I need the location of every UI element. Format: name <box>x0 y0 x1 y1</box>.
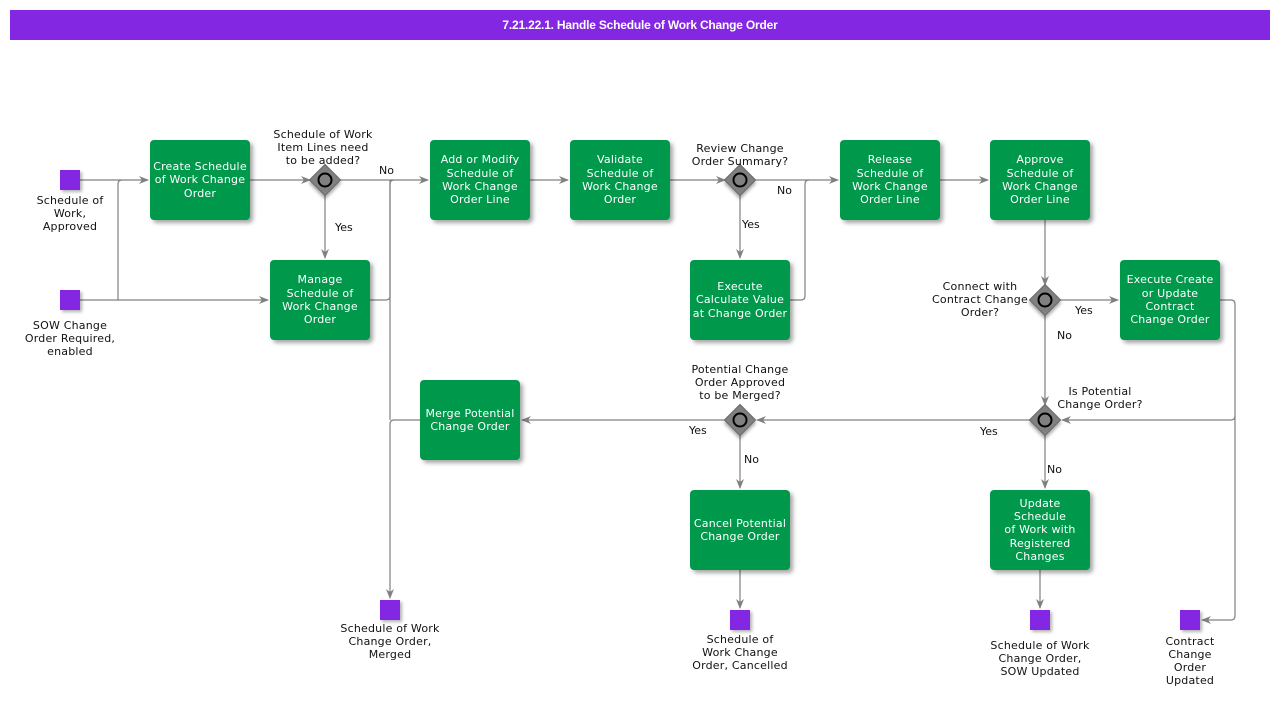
start-event-sow-change-required[interactable] <box>60 290 80 310</box>
task-create-sow-change-order[interactable]: Create Schedule of Work Change Order <box>150 140 250 220</box>
gateway-circle-icon <box>1037 292 1053 308</box>
start-event-sow-approved[interactable] <box>60 170 80 190</box>
end-event-merged[interactable] <box>380 600 400 620</box>
task-merge-potential-change-order[interactable]: Merge Potential Change Order <box>420 380 520 460</box>
task-release-line[interactable]: Release Schedule of Work Change Order Li… <box>840 140 940 220</box>
end-event-merged-label: Schedule of Work Change Order, Merged <box>340 622 440 661</box>
flow-label-g2-no: No <box>777 184 792 197</box>
flow-label-g5-no: No <box>744 453 759 466</box>
gateway-circle-icon <box>732 172 748 188</box>
end-event-sow-updated[interactable] <box>1030 610 1050 630</box>
gateway-is-potential-label: Is Potential Change Order? <box>1057 385 1143 411</box>
flow-label-g4-no: No <box>1047 463 1062 476</box>
end-event-cancelled[interactable] <box>730 610 750 630</box>
gateway-approved-merge[interactable] <box>723 403 757 437</box>
end-event-sow-updated-label: Schedule of Work Change Order, SOW Updat… <box>990 639 1090 678</box>
flow-label-g1-no: No <box>379 164 394 177</box>
flow-calc-join <box>790 179 810 301</box>
end-event-cancelled-label: Schedule of Work Change Order, Cancelled <box>692 633 788 672</box>
end-event-contract-updated-label: Contract Change Order Updated <box>1165 635 1215 687</box>
task-manage-sow-change-order[interactable]: Manage Schedule of Work Change Order <box>270 260 370 340</box>
task-execute-contract-change-order[interactable]: Execute Create or Update Contract Change… <box>1120 260 1220 340</box>
task-execute-calculate-value[interactable]: Execute Calculate Value at Change Order <box>690 260 790 340</box>
flow-merge-end <box>386 419 420 599</box>
flow-label-g3-no: No <box>1057 329 1072 342</box>
connectors-layer <box>80 163 1236 624</box>
end-event-contract-updated[interactable] <box>1180 610 1200 630</box>
flow-label-g2-yes: Yes <box>742 218 760 231</box>
flow-contract-out <box>1201 299 1236 624</box>
gateway-item-lines[interactable] <box>308 163 342 197</box>
start-event-sow-approved-label: Schedule of Work, Approved <box>36 194 104 233</box>
gateway-item-lines-label: Schedule of Work Item Lines need to be a… <box>273 128 373 167</box>
flow-label-g4-yes: Yes <box>980 425 998 438</box>
task-approve-line[interactable]: Approve Schedule of Work Change Order Li… <box>990 140 1090 220</box>
gateway-connect-contract-label: Connect with Contract Change Order? <box>932 280 1028 319</box>
flow-contract-g4 <box>1061 415 1236 424</box>
task-add-modify-line[interactable]: Add or Modify Schedule of Work Change Or… <box>430 140 530 220</box>
task-validate-sow-change-order[interactable]: Validate Schedule of Work Change Order <box>570 140 670 220</box>
gateway-circle-icon <box>732 412 748 428</box>
flow-label-g1-yes: Yes <box>335 221 353 234</box>
task-update-sow-registered-changes[interactable]: Update Schedule of Work with Registered … <box>990 490 1090 570</box>
task-cancel-potential-change-order[interactable]: Cancel Potential Change Order <box>690 490 790 570</box>
start-event-sow-change-required-label: SOW Change Order Required, enabled <box>24 319 116 358</box>
gateway-circle-icon <box>317 172 333 188</box>
gateway-review-summary-label: Review Change Order Summary? <box>691 142 789 168</box>
flow-label-g3-yes: Yes <box>1075 304 1093 317</box>
gateway-circle-icon <box>1037 412 1053 428</box>
flow-label-g5-yes: Yes <box>689 424 707 437</box>
gateway-review-summary[interactable] <box>723 163 757 197</box>
gateway-approved-merge-label: Potential Change Order Approved to be Me… <box>691 363 789 402</box>
